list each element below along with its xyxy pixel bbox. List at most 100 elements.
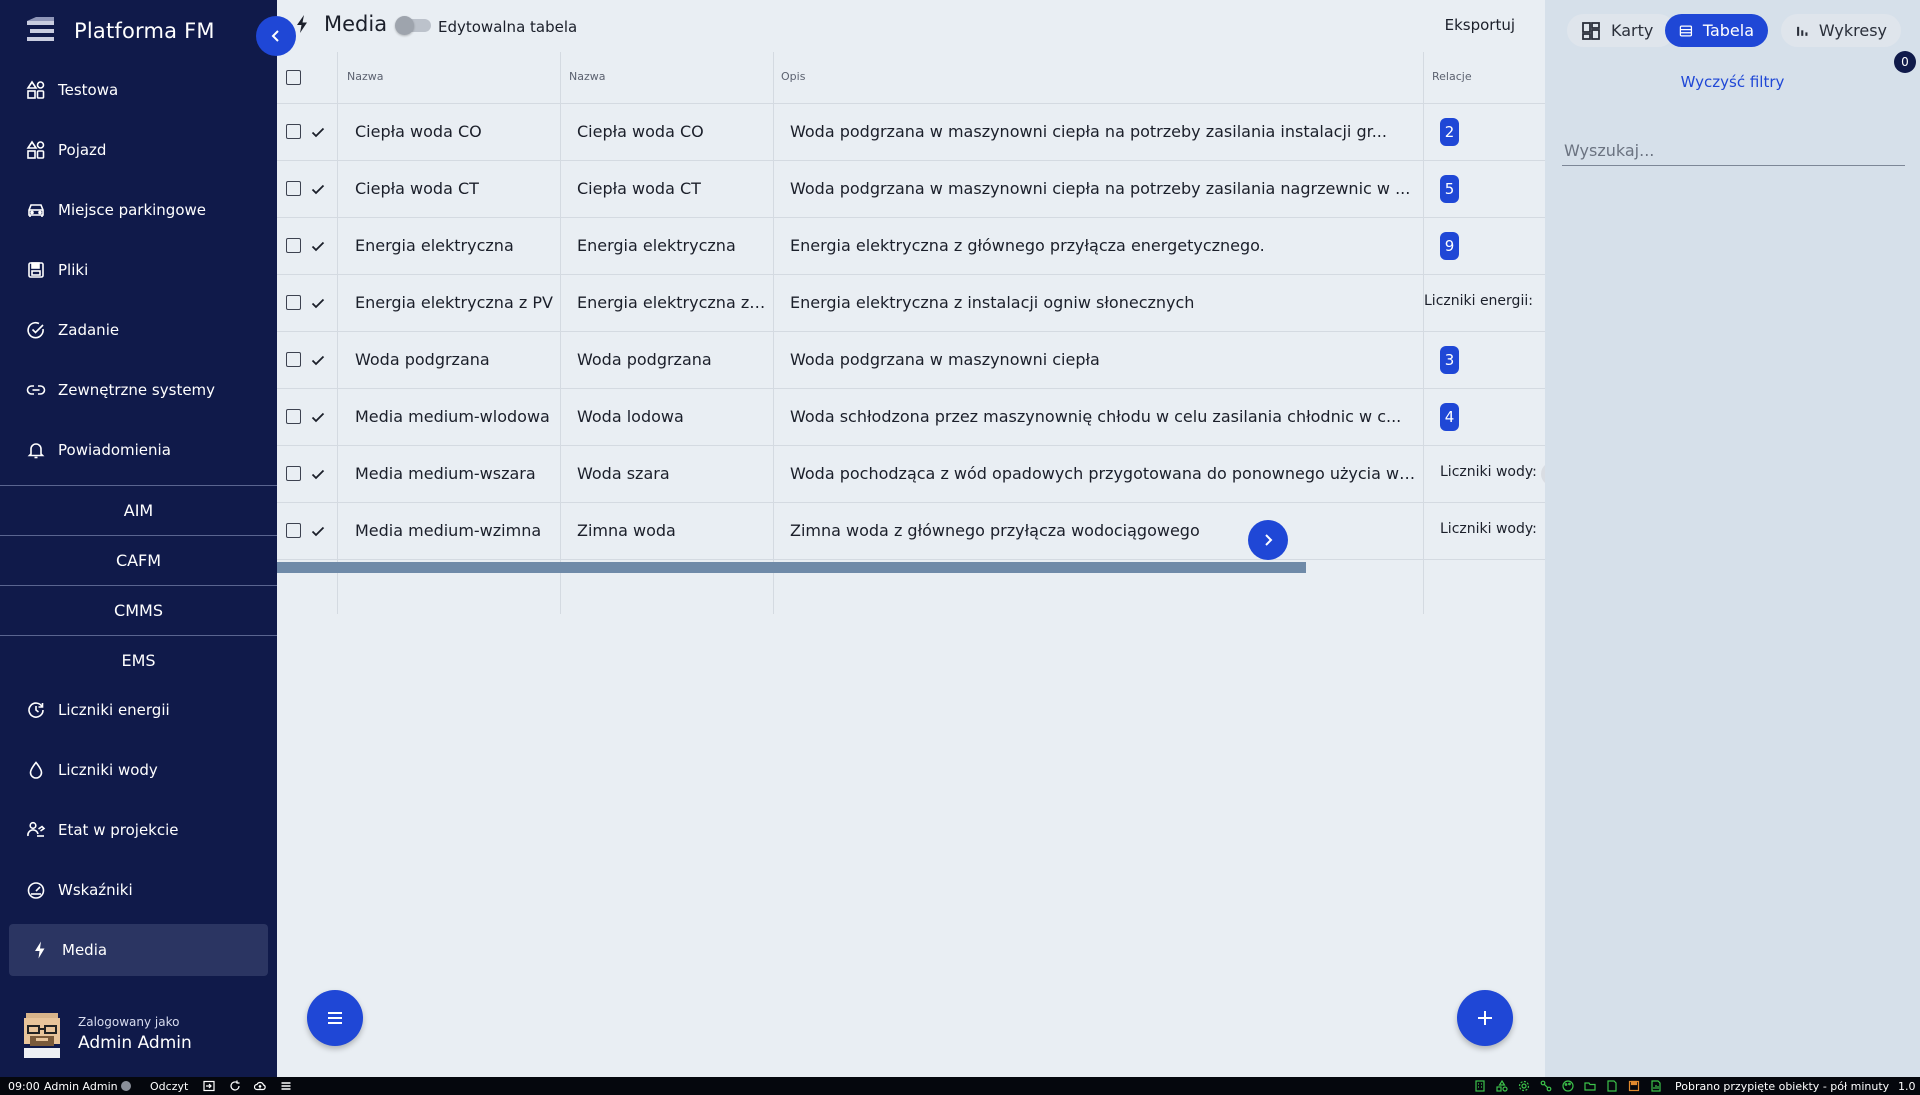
building-icon[interactable]	[1474, 1080, 1486, 1092]
row-checkbox[interactable]	[286, 409, 301, 424]
table-row[interactable]: Energia elektryczna Energia elektryczna En…	[277, 218, 1545, 275]
sidebar-item-etat-w-projekcie[interactable]: Etat w projekcie	[0, 800, 277, 860]
document-icon[interactable]	[1606, 1080, 1618, 1092]
cell-description[interactable]: Woda podgrzana w maszynowni ciepła	[790, 350, 1418, 369]
cell-name[interactable]: Ciepła woda CO	[355, 122, 555, 141]
section-cmms[interactable]: CMMS	[0, 585, 277, 635]
row-checkbox[interactable]	[286, 352, 301, 367]
cell-name-2[interactable]: Woda szara	[577, 464, 767, 483]
menu-fab-button[interactable]	[307, 990, 363, 1046]
cell-name-2[interactable]: Woda lodowa	[577, 407, 767, 426]
column-header-name[interactable]: Nazwa	[347, 70, 383, 83]
sidebar-item-testowa[interactable]: Testowa	[0, 60, 277, 120]
relation-count-badge[interactable]: 3	[1440, 346, 1459, 374]
sidebar-item-zadanie[interactable]: Zadanie	[0, 300, 277, 360]
cell-description[interactable]: Woda schłodzona przez maszynownię chłodu…	[790, 407, 1418, 426]
editable-table-toggle[interactable]	[395, 16, 431, 35]
cell-name[interactable]: Energia elektryczna	[355, 236, 555, 255]
palette-icon[interactable]	[1562, 1080, 1574, 1092]
nodes-icon[interactable]	[1540, 1080, 1552, 1092]
cell-description[interactable]: Woda podgrzana w maszynowni ciepła na po…	[790, 179, 1418, 198]
table-row[interactable]: Media medium-wszara Woda szara Woda pochod…	[277, 446, 1561, 503]
relation-count-badge[interactable]: 5	[1440, 175, 1459, 203]
select-all-checkbox[interactable]	[286, 70, 301, 85]
status-message: Pobrano przypięte obiekty - pół minuty t…	[1675, 1080, 1890, 1095]
row-checkbox[interactable]	[286, 181, 301, 196]
refresh-icon[interactable]	[229, 1080, 241, 1092]
table-row[interactable]: Energia elektryczna z PV Energia elektryc…	[277, 275, 1545, 332]
table-row[interactable]: Media medium-wzimna Zimna woda Zimna woda …	[277, 503, 1545, 560]
view-cards-button[interactable]: Karty	[1567, 14, 1675, 47]
view-charts-button[interactable]: Wykresy	[1781, 14, 1901, 47]
sidebar-item-zewnetrzne-systemy[interactable]: Zewnętrzne systemy	[0, 360, 277, 420]
cell-name-2[interactable]: Ciepła woda CT	[577, 179, 767, 198]
table-header: Nazwa Nazwa Opis Relacje	[277, 52, 1545, 104]
column-header-description[interactable]: Opis	[781, 70, 805, 83]
section-cafm[interactable]: CAFM	[0, 535, 277, 585]
horizontal-scrollbar[interactable]	[277, 562, 1306, 573]
avatar	[24, 1013, 60, 1058]
save-icon[interactable]	[1628, 1080, 1640, 1092]
scroll-right-button[interactable]	[1248, 520, 1288, 560]
table-row[interactable]: Media medium-wlodowa Woda lodowa Woda schł…	[277, 389, 1545, 446]
file-chart-icon[interactable]	[1650, 1080, 1662, 1092]
cell-name-2[interactable]: Ciepła woda CO	[577, 122, 767, 141]
bolt-icon	[35, 941, 45, 959]
table-row[interactable]: Woda podgrzana Woda podgrzana Woda podgrza…	[277, 332, 1545, 389]
sidebar-item-pojazd[interactable]: Pojazd	[0, 120, 277, 180]
sidebar-item-miejsce-parkingowe[interactable]: Miejsce parkingowe	[0, 180, 277, 240]
export-button[interactable]: Eksportuj	[1445, 16, 1515, 34]
cell-name-2[interactable]: Energia elektryczna z PV	[577, 293, 767, 312]
clear-filters-link[interactable]: Wyczyść filtry	[1545, 73, 1920, 91]
cloud-upload-icon[interactable]	[254, 1080, 266, 1092]
table-row[interactable]: Ciepła woda CT Ciepła woda CT Woda podgrza…	[277, 161, 1545, 218]
sidebar-item-liczniki-energii[interactable]: Liczniki energii	[0, 680, 277, 740]
relation-count-badge[interactable]: 2	[1440, 118, 1459, 146]
cell-name[interactable]: Woda podgrzana	[355, 350, 555, 369]
cell-name[interactable]: Media medium-wzimna	[355, 521, 555, 540]
collapse-sidebar-button[interactable]	[256, 16, 296, 56]
sidebar-item-media[interactable]: Media	[9, 924, 268, 976]
column-header-name-2[interactable]: Nazwa	[569, 70, 605, 83]
row-checkbox[interactable]	[286, 523, 301, 538]
view-table-button[interactable]: Tabela	[1665, 14, 1768, 47]
row-checkbox[interactable]	[286, 124, 301, 139]
cell-name-2[interactable]: Woda podgrzana	[577, 350, 767, 369]
cell-description[interactable]: Energia elektryczna z instalacji ogniw s…	[790, 293, 1418, 312]
cell-name[interactable]: Energia elektryczna z PV	[355, 293, 555, 312]
user-profile[interactable]: Zalogowany jako Admin Admin	[20, 1010, 192, 1058]
sidebar-item-liczniki-wody[interactable]: Liczniki wody	[0, 740, 277, 800]
cell-name[interactable]: Media medium-wszara	[355, 464, 555, 483]
cell-description[interactable]: Energia elektryczna z głównego przyłącza…	[790, 236, 1418, 255]
brand[interactable]: Platforma FM	[24, 16, 215, 46]
cell-description[interactable]: Zimna woda z głównego przyłącza wodociąg…	[790, 521, 1418, 540]
relation-count-badge[interactable]: 4	[1440, 403, 1459, 431]
row-checkbox[interactable]	[286, 466, 301, 481]
row-checkbox[interactable]	[286, 295, 301, 310]
shapes-icon	[26, 140, 45, 159]
shapes-icon[interactable]	[1496, 1080, 1508, 1092]
relation-count-badge[interactable]: 9	[1440, 232, 1459, 260]
list-icon[interactable]	[280, 1080, 292, 1092]
cell-name[interactable]: Ciepła woda CT	[355, 179, 555, 198]
column-header-relations[interactable]: Relacje	[1432, 70, 1472, 83]
sidebar-item-wskazniki[interactable]: Wskaźniki	[0, 860, 277, 920]
add-fab-button[interactable]	[1457, 990, 1513, 1046]
checkmark-icon	[311, 469, 325, 480]
section-aim[interactable]: AIM	[0, 485, 277, 535]
cell-name-2[interactable]: Energia elektryczna	[577, 236, 767, 255]
cell-name-2[interactable]: Zimna woda	[577, 521, 767, 540]
gear-icon[interactable]	[1518, 1080, 1530, 1092]
row-checkbox[interactable]	[286, 238, 301, 253]
cell-description[interactable]: Woda podgrzana w maszynowni ciepła na po…	[790, 122, 1418, 141]
sidebar-item-pliki[interactable]: Pliki	[0, 240, 277, 300]
login-icon[interactable]	[203, 1080, 215, 1092]
folder-icon[interactable]	[1584, 1080, 1596, 1092]
sidebar-item-powiadomienia[interactable]: Powiadomienia	[0, 420, 277, 480]
table-row[interactable]: Ciepła woda CO Ciepła woda CO Woda podgrza…	[277, 104, 1545, 161]
search-input[interactable]	[1562, 136, 1905, 166]
cell-description[interactable]: Woda pochodząca z wód opadowych przygoto…	[790, 464, 1418, 483]
checkmark-icon	[311, 412, 325, 423]
cell-name[interactable]: Media medium-wlodowa	[355, 407, 555, 426]
section-ems[interactable]: EMS	[0, 635, 277, 685]
